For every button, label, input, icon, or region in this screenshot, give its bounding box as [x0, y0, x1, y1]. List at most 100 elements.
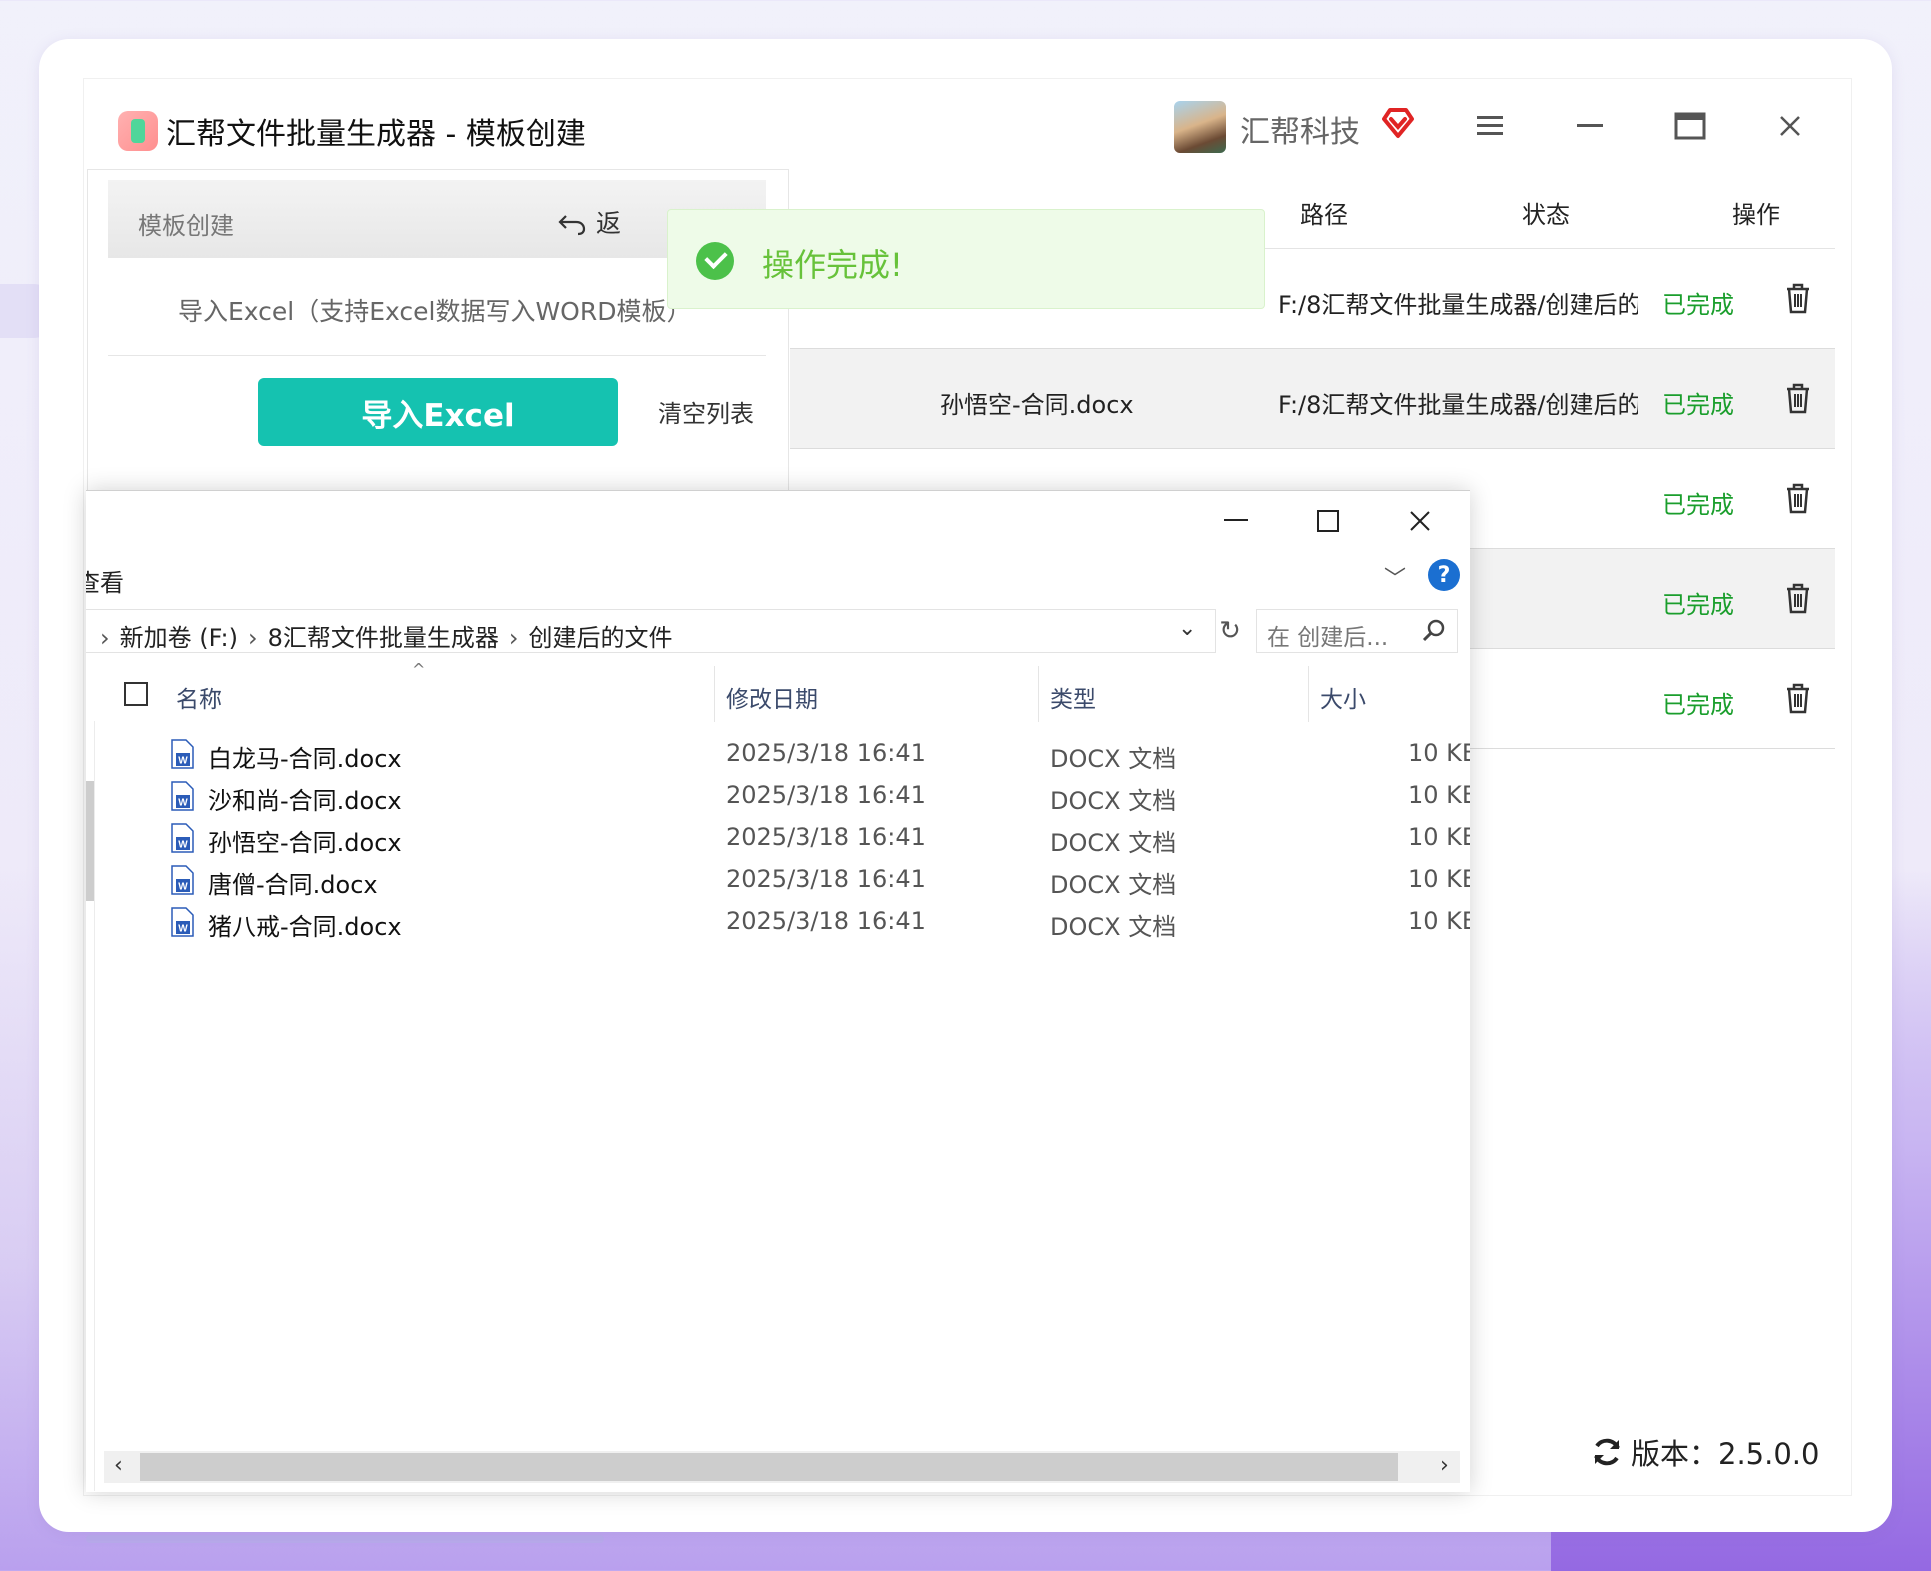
check-circle-icon: [696, 242, 734, 280]
column-type[interactable]: 类型: [1050, 680, 1096, 714]
file-name: 孙悟空-合同.docx: [208, 829, 402, 857]
file-type: DOCX 文档: [1050, 745, 1177, 773]
word-document-icon: W: [171, 907, 194, 937]
header-action: 操作: [1732, 201, 1780, 229]
column-divider[interactable]: [714, 666, 715, 722]
file-row[interactable]: W 孙悟空-合同.docx 2025/3/18 16:41 DOCX 文档 10 KB: [86, 817, 1470, 859]
back-button[interactable]: 返: [558, 204, 621, 240]
header-status: 状态: [1522, 201, 1570, 229]
file-date: 2025/3/18 16:41: [726, 907, 926, 935]
ribbon-view-tab[interactable]: 查看: [86, 563, 124, 598]
column-size[interactable]: 大小: [1320, 680, 1366, 714]
file-size: 10 KB: [1408, 781, 1470, 809]
background-bar: [86, 1535, 604, 1543]
row-status: 已完成: [1662, 491, 1734, 519]
back-arrow-icon: [558, 215, 586, 236]
horizontal-scrollbar[interactable]: ‹ ›: [104, 1451, 1460, 1483]
explorer-close-icon[interactable]: [1380, 499, 1460, 543]
breadcrumb-chevron-icon[interactable]: ›: [100, 624, 110, 652]
file-size: 10 KB: [1408, 823, 1470, 851]
file-size: 10 KB: [1408, 907, 1470, 935]
file-type: DOCX 文档: [1050, 871, 1177, 899]
address-bar[interactable]: › 新加卷 (F:) › 8汇帮文件批量生成器 › 创建后的文件 ⌄: [86, 609, 1216, 653]
scroll-thumb[interactable]: [140, 1453, 1398, 1481]
file-size: 10 KB: [1408, 865, 1470, 893]
address-dropdown-icon[interactable]: ⌄: [1178, 616, 1196, 641]
ribbon: 查看 ﹀ ?: [86, 551, 1470, 601]
address-refresh-icon[interactable]: ↻: [1212, 609, 1248, 653]
close-icon[interactable]: [1763, 101, 1817, 151]
word-document-icon: W: [171, 781, 194, 811]
file-type: DOCX 文档: [1050, 829, 1177, 857]
file-row[interactable]: W 唐僧-合同.docx 2025/3/18 16:41 DOCX 文档 10 KB: [86, 859, 1470, 901]
column-date[interactable]: 修改日期: [726, 680, 818, 714]
back-label: 返: [596, 209, 622, 238]
file-name: 白龙马-合同.docx: [208, 745, 402, 773]
delete-icon[interactable]: [1783, 281, 1813, 315]
menu-icon[interactable]: [1463, 101, 1517, 151]
clear-list-button[interactable]: 清空列表: [658, 394, 754, 429]
file-date: 2025/3/18 16:41: [726, 781, 926, 809]
panel-header-label: 模板创建: [138, 212, 234, 240]
scroll-right-icon[interactable]: ›: [1440, 1453, 1449, 1478]
delete-icon[interactable]: [1783, 381, 1813, 415]
file-type: DOCX 文档: [1050, 913, 1177, 941]
word-document-icon: W: [171, 823, 194, 853]
file-date: 2025/3/18 16:41: [726, 739, 926, 767]
svg-text:W: W: [178, 798, 188, 809]
nav-pane-scrollbar[interactable]: [86, 781, 94, 901]
explorer-minimize-icon[interactable]: [1196, 499, 1276, 543]
help-icon[interactable]: ?: [1428, 559, 1460, 591]
version-info: 版本：2.5.0.0: [1591, 1431, 1819, 1473]
table-row[interactable]: 孙悟空-合同.docx F:/8汇帮文件批量生成器/创建后的 已完成: [790, 349, 1835, 449]
app-logo-icon: [118, 111, 158, 151]
breadcrumb-item[interactable]: 8汇帮文件批量生成器: [268, 624, 499, 652]
row-status: 已完成: [1662, 591, 1734, 619]
minimize-icon[interactable]: [1563, 101, 1617, 151]
file-date: 2025/3/18 16:41: [726, 865, 926, 893]
title-bar: 汇帮文件批量生成器 - 模板创建 汇帮科技: [84, 79, 1851, 167]
refresh-icon[interactable]: [1591, 1436, 1623, 1468]
file-explorer-window: 查看 ﹀ ? › 新加卷 (F:) › 8汇帮文件批量生成器 › 创建后的文件 ⌄ ↻ 在…: [86, 490, 1470, 1492]
svg-text:W: W: [178, 924, 188, 935]
file-row[interactable]: W 沙和尚-合同.docx 2025/3/18 16:41 DOCX 文档 10 KB: [86, 775, 1470, 817]
maximize-icon[interactable]: [1663, 101, 1717, 151]
row-name: 孙悟空-合同.docx: [940, 391, 1134, 419]
vip-icon[interactable]: [1380, 105, 1416, 141]
row-path: F:/8汇帮文件批量生成器/创建后的: [1278, 391, 1638, 419]
column-header: ^ 名称 修改日期 类型 大小: [86, 660, 1470, 722]
breadcrumb-chevron-icon[interactable]: ›: [248, 624, 258, 652]
search-box[interactable]: 在 创建后...: [1256, 609, 1458, 653]
breadcrumb: › 新加卷 (F:) › 8汇帮文件批量生成器 › 创建后的文件: [90, 618, 673, 653]
svg-text:W: W: [178, 756, 188, 767]
delete-icon[interactable]: [1783, 581, 1813, 615]
file-size: 10 KB: [1408, 739, 1470, 767]
file-name: 沙和尚-合同.docx: [208, 787, 402, 815]
delete-icon[interactable]: [1783, 681, 1813, 715]
row-status: 已完成: [1662, 691, 1734, 719]
row-path: F:/8汇帮文件批量生成器/创建后的: [1278, 291, 1638, 319]
delete-icon[interactable]: [1783, 481, 1813, 515]
svg-text:W: W: [178, 882, 188, 893]
svg-text:W: W: [178, 840, 188, 851]
column-name[interactable]: 名称: [176, 680, 222, 714]
file-row[interactable]: W 白龙马-合同.docx 2025/3/18 16:41 DOCX 文档 10 KB: [86, 733, 1470, 775]
import-excel-button[interactable]: 导入Excel: [258, 378, 618, 446]
file-date: 2025/3/18 16:41: [726, 823, 926, 851]
import-hint-text: 导入Excel（支持Excel数据写入WORD模板）: [178, 297, 692, 326]
explorer-maximize-icon[interactable]: [1288, 499, 1368, 543]
file-row[interactable]: W 猪八戒-合同.docx 2025/3/18 16:41 DOCX 文档 10 KB: [86, 901, 1470, 943]
brand-name: 汇帮科技: [1240, 115, 1360, 150]
breadcrumb-chevron-icon[interactable]: ›: [509, 624, 519, 652]
word-document-icon: W: [171, 739, 194, 769]
column-divider[interactable]: [1038, 666, 1039, 722]
breadcrumb-item[interactable]: 创建后的文件: [529, 624, 673, 652]
ribbon-expand-icon[interactable]: ﹀: [1384, 561, 1406, 593]
file-type: DOCX 文档: [1050, 787, 1177, 815]
select-all-checkbox[interactable]: [124, 682, 148, 706]
breadcrumb-item[interactable]: 新加卷 (F:): [120, 624, 238, 652]
row-status: 已完成: [1662, 291, 1734, 319]
user-avatar[interactable]: [1174, 101, 1226, 153]
column-divider[interactable]: [1308, 666, 1309, 722]
scroll-left-icon[interactable]: ‹: [114, 1453, 123, 1478]
